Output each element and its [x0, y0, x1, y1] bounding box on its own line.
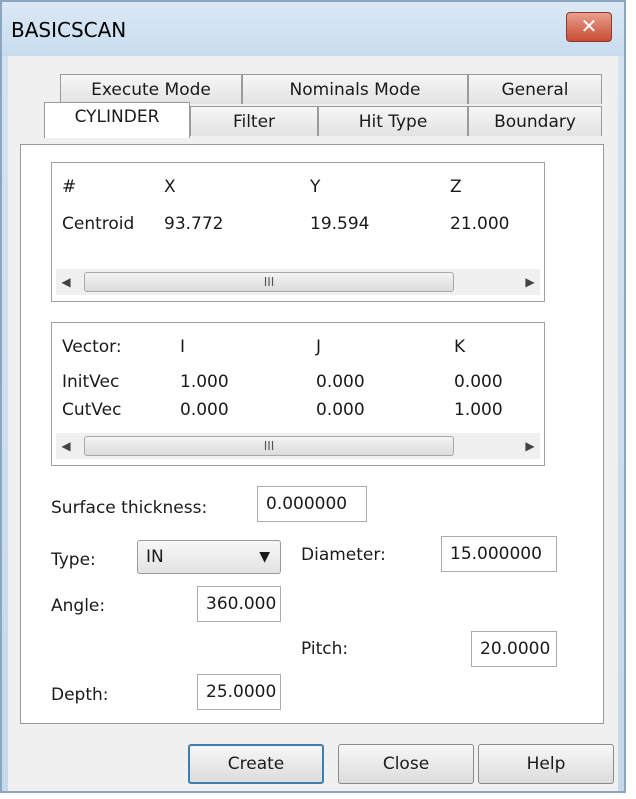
column-header[interactable]: #	[62, 177, 76, 197]
tab-label: Filter	[232, 112, 276, 132]
type-select[interactable]: IN ▼	[137, 540, 281, 574]
table-cell[interactable]: CutVec	[62, 400, 121, 420]
horizontal-scrollbar[interactable]: ◀ III ▶	[56, 269, 540, 295]
dialog-client-area: Execute Mode Nominals Mode General CYLIN…	[8, 56, 618, 791]
tab-label: Boundary	[494, 112, 576, 132]
close-window-button[interactable]: ✕	[566, 12, 612, 42]
chevron-down-icon: ▼	[259, 549, 270, 565]
surface-thickness-field[interactable]: 0.000000	[257, 486, 367, 522]
tab-cylinder[interactable]: CYLINDER	[44, 102, 190, 138]
table-cell[interactable]: 0.000	[316, 372, 365, 392]
help-button[interactable]: Help	[478, 744, 614, 784]
table-cell[interactable]: 1.000	[454, 400, 503, 420]
angle-field[interactable]: 360.000	[197, 586, 281, 622]
close-button[interactable]: Close	[338, 744, 474, 784]
diameter-label: Diameter:	[301, 545, 386, 565]
button-label: Close	[382, 754, 430, 774]
tab-general[interactable]: General	[468, 74, 602, 104]
depth-field[interactable]: 25.0000	[197, 674, 281, 710]
column-header[interactable]: Vector:	[62, 337, 122, 357]
depth-label: Depth:	[51, 685, 109, 705]
tab-label: Nominals Mode	[289, 80, 421, 100]
scroll-right-icon[interactable]: ▶	[520, 433, 540, 459]
tab-filter[interactable]: Filter	[190, 106, 318, 136]
tab-label: Hit Type	[358, 112, 428, 132]
tab-label: General	[501, 80, 569, 100]
cylinder-tab-panel: # X Y Z Centroid 93.772 19.594 21.000 ◀ …	[20, 144, 604, 724]
table-cell[interactable]: 21.000	[450, 214, 509, 234]
column-header[interactable]: X	[164, 177, 176, 197]
column-header[interactable]: Z	[450, 177, 462, 197]
table-cell[interactable]: 19.594	[310, 214, 369, 234]
centroid-grid: # X Y Z Centroid 93.772 19.594 21.000 ◀ …	[51, 162, 545, 302]
horizontal-scrollbar[interactable]: ◀ III ▶	[56, 433, 540, 459]
table-cell[interactable]: InitVec	[62, 372, 119, 392]
tab-label: Execute Mode	[91, 80, 211, 100]
title-bar[interactable]: BASICSCAN ✕	[2, 2, 624, 56]
column-header[interactable]: J	[316, 337, 321, 357]
scroll-thumb[interactable]: III	[84, 436, 454, 456]
create-button[interactable]: Create	[188, 744, 324, 784]
type-select-value: IN	[146, 547, 164, 567]
tab-execute-mode[interactable]: Execute Mode	[60, 74, 242, 104]
diameter-field[interactable]: 15.000000	[441, 536, 557, 572]
basicscan-dialog: BASICSCAN ✕ Execute Mode Nominals Mode G…	[0, 0, 626, 793]
scroll-thumb[interactable]: III	[84, 272, 454, 292]
surface-thickness-label: Surface thickness:	[51, 498, 208, 518]
tab-hit-type[interactable]: Hit Type	[318, 106, 468, 136]
column-header[interactable]: Y	[310, 177, 320, 197]
vector-grid: Vector: I J K InitVec 1.000 0.000 0.000 …	[51, 322, 545, 466]
pitch-field[interactable]: 20.0000	[471, 631, 557, 667]
table-cell[interactable]: Centroid	[62, 214, 134, 234]
table-cell[interactable]: 0.000	[180, 400, 229, 420]
tab-nominals-mode[interactable]: Nominals Mode	[242, 74, 468, 104]
column-header[interactable]: I	[180, 337, 185, 357]
button-label: Create	[227, 754, 285, 774]
table-cell[interactable]: 1.000	[180, 372, 229, 392]
angle-label: Angle:	[51, 596, 106, 616]
type-label: Type:	[51, 550, 96, 570]
tab-label: CYLINDER	[74, 107, 160, 127]
pitch-label: Pitch:	[301, 639, 349, 659]
tab-boundary[interactable]: Boundary	[468, 106, 602, 136]
table-cell[interactable]: 0.000	[316, 400, 365, 420]
scroll-left-icon[interactable]: ◀	[56, 269, 76, 295]
button-label: Help	[526, 754, 566, 774]
scroll-right-icon[interactable]: ▶	[520, 269, 540, 295]
scroll-left-icon[interactable]: ◀	[56, 433, 76, 459]
scroll-grip: III	[263, 439, 275, 453]
table-cell[interactable]: 93.772	[164, 214, 223, 234]
close-icon: ✕	[580, 14, 598, 38]
window-title: BASICSCAN	[11, 18, 127, 42]
table-cell[interactable]: 0.000	[454, 372, 503, 392]
scroll-grip: III	[263, 275, 275, 289]
column-header[interactable]: K	[454, 337, 465, 357]
